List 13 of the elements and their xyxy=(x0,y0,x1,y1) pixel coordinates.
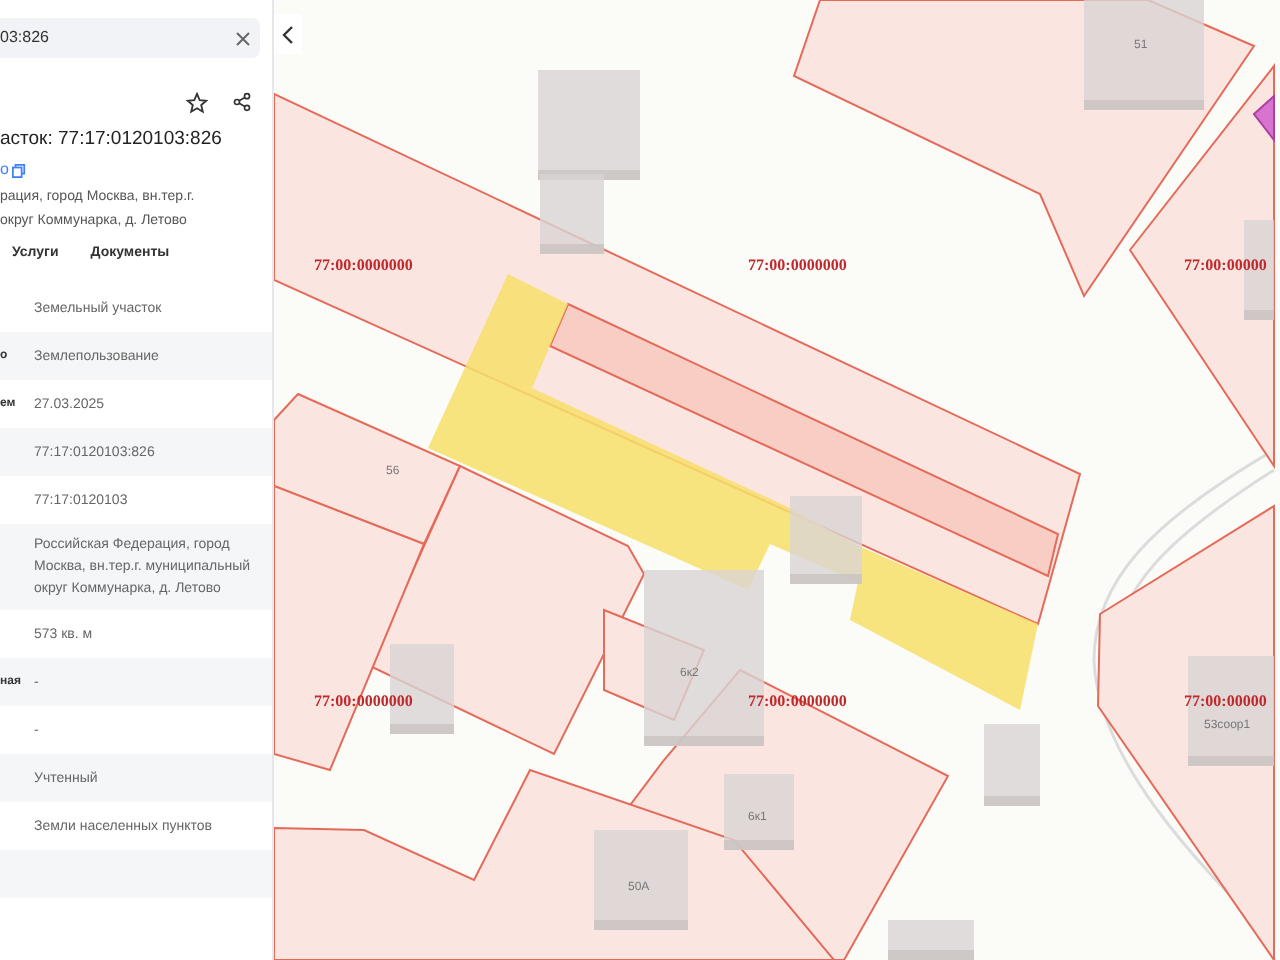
search-field[interactable]: 03:826 xyxy=(0,18,260,58)
star-icon[interactable] xyxy=(186,91,208,113)
chevron-left-icon xyxy=(282,25,294,43)
close-icon[interactable] xyxy=(236,31,250,45)
share-icon[interactable] xyxy=(232,92,252,112)
parcel-number: 77:00:0000000 xyxy=(748,254,847,278)
collapse-button[interactable] xyxy=(274,14,302,54)
parcel-title: асток: 77:17:0120103:826 xyxy=(0,126,224,154)
copy-icon[interactable] xyxy=(12,163,27,178)
parcel-number: 77:00:00000 xyxy=(1184,254,1267,278)
parcel-number: 77:00:0000000 xyxy=(314,254,413,278)
parcel-number: 77:00:00000 xyxy=(1184,690,1267,714)
parcel-link[interactable]: о xyxy=(0,158,9,183)
